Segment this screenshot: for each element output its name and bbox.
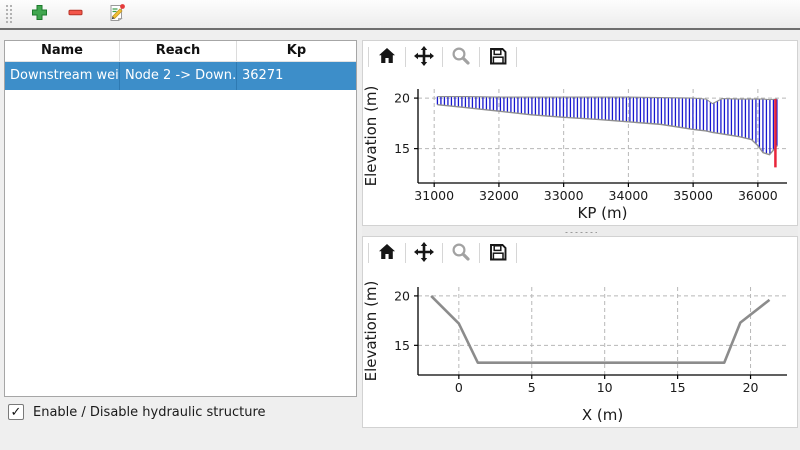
svg-text:5: 5: [528, 380, 536, 395]
cross-section-panel: 0 5 10 15 20 15 20 X (m) Elevation (m): [362, 236, 798, 428]
zoom-icon: [451, 242, 471, 265]
kp-plot-toolbar: [363, 41, 797, 73]
svg-text:X (m): X (m): [582, 406, 623, 424]
svg-text:32000: 32000: [479, 188, 519, 203]
svg-text:20: 20: [394, 288, 410, 303]
svg-text:36000: 36000: [738, 188, 778, 203]
edit-structure-button[interactable]: [104, 2, 130, 26]
kp-profile-chart[interactable]: 31000 32000 33000 34000 35000 36000 15 20 KP (m)…: [363, 73, 795, 223]
save-button[interactable]: [483, 43, 513, 71]
save-button[interactable]: [483, 239, 513, 267]
zoom-button[interactable]: [446, 239, 476, 267]
cross-section-chart[interactable]: 0 5 10 15 20 15 20 X (m) Elevation (m): [363, 269, 795, 425]
svg-text:35000: 35000: [673, 188, 713, 203]
column-header-name[interactable]: Name: [5, 41, 120, 61]
home-icon: [377, 242, 397, 265]
save-icon: [488, 242, 508, 265]
enable-structure-label: Enable / Disable hydraulic structure: [33, 405, 266, 420]
cell-name: Downstream weir: [5, 62, 120, 90]
splitter-handle-icon: [563, 230, 597, 233]
svg-text:20: 20: [743, 380, 759, 395]
svg-text:20: 20: [394, 91, 410, 106]
svg-text:Elevation (m): Elevation (m): [363, 281, 380, 382]
zoom-icon: [451, 46, 471, 69]
svg-text:KP (m): KP (m): [578, 204, 628, 222]
enable-structure-checkbox[interactable]: ✓: [8, 404, 24, 420]
svg-text:Elevation (m): Elevation (m): [363, 86, 380, 187]
minus-icon: [67, 4, 84, 24]
home-icon: [377, 46, 397, 69]
remove-structure-button[interactable]: [62, 2, 88, 26]
column-header-kp[interactable]: Kp: [237, 41, 356, 61]
cell-reach: Node 2 -> Down…: [120, 62, 237, 90]
plus-icon: [31, 4, 48, 24]
table-row[interactable]: Downstream weir Node 2 -> Down… 36271: [5, 62, 356, 90]
app-toolbar: [0, 0, 800, 30]
svg-text:34000: 34000: [609, 188, 649, 203]
cell-kp: 36271: [237, 62, 356, 90]
structures-table-panel: Name Reach Kp Downstream weir Node 2 -> …: [4, 40, 357, 397]
svg-text:0: 0: [455, 380, 463, 395]
home-button[interactable]: [372, 239, 402, 267]
table-header: Name Reach Kp: [5, 41, 356, 62]
pan-button[interactable]: [409, 43, 439, 71]
home-button[interactable]: [372, 43, 402, 71]
svg-text:31000: 31000: [414, 188, 454, 203]
xsection-plot-toolbar: [363, 237, 797, 269]
save-icon: [488, 46, 508, 69]
kp-profile-panel: 31000 32000 33000 34000 35000 36000 15 20 KP (m)…: [362, 40, 798, 226]
hydraulic-structures-window: Name Reach Kp Downstream weir Node 2 -> …: [0, 0, 800, 450]
enable-structure-row: ✓ Enable / Disable hydraulic structure: [8, 404, 266, 420]
svg-text:15: 15: [670, 380, 686, 395]
edit-icon: [107, 3, 127, 26]
svg-text:33000: 33000: [544, 188, 584, 203]
pan-icon: [413, 241, 435, 266]
add-structure-button[interactable]: [26, 2, 52, 26]
svg-text:15: 15: [394, 338, 410, 353]
toolbar-drag-handle[interactable]: [4, 3, 12, 25]
zoom-button[interactable]: [446, 43, 476, 71]
pan-icon: [413, 45, 435, 70]
panel-splitter[interactable]: [362, 226, 798, 236]
svg-text:15: 15: [394, 141, 410, 156]
pan-button[interactable]: [409, 239, 439, 267]
svg-text:10: 10: [597, 380, 613, 395]
column-header-reach[interactable]: Reach: [120, 41, 237, 61]
